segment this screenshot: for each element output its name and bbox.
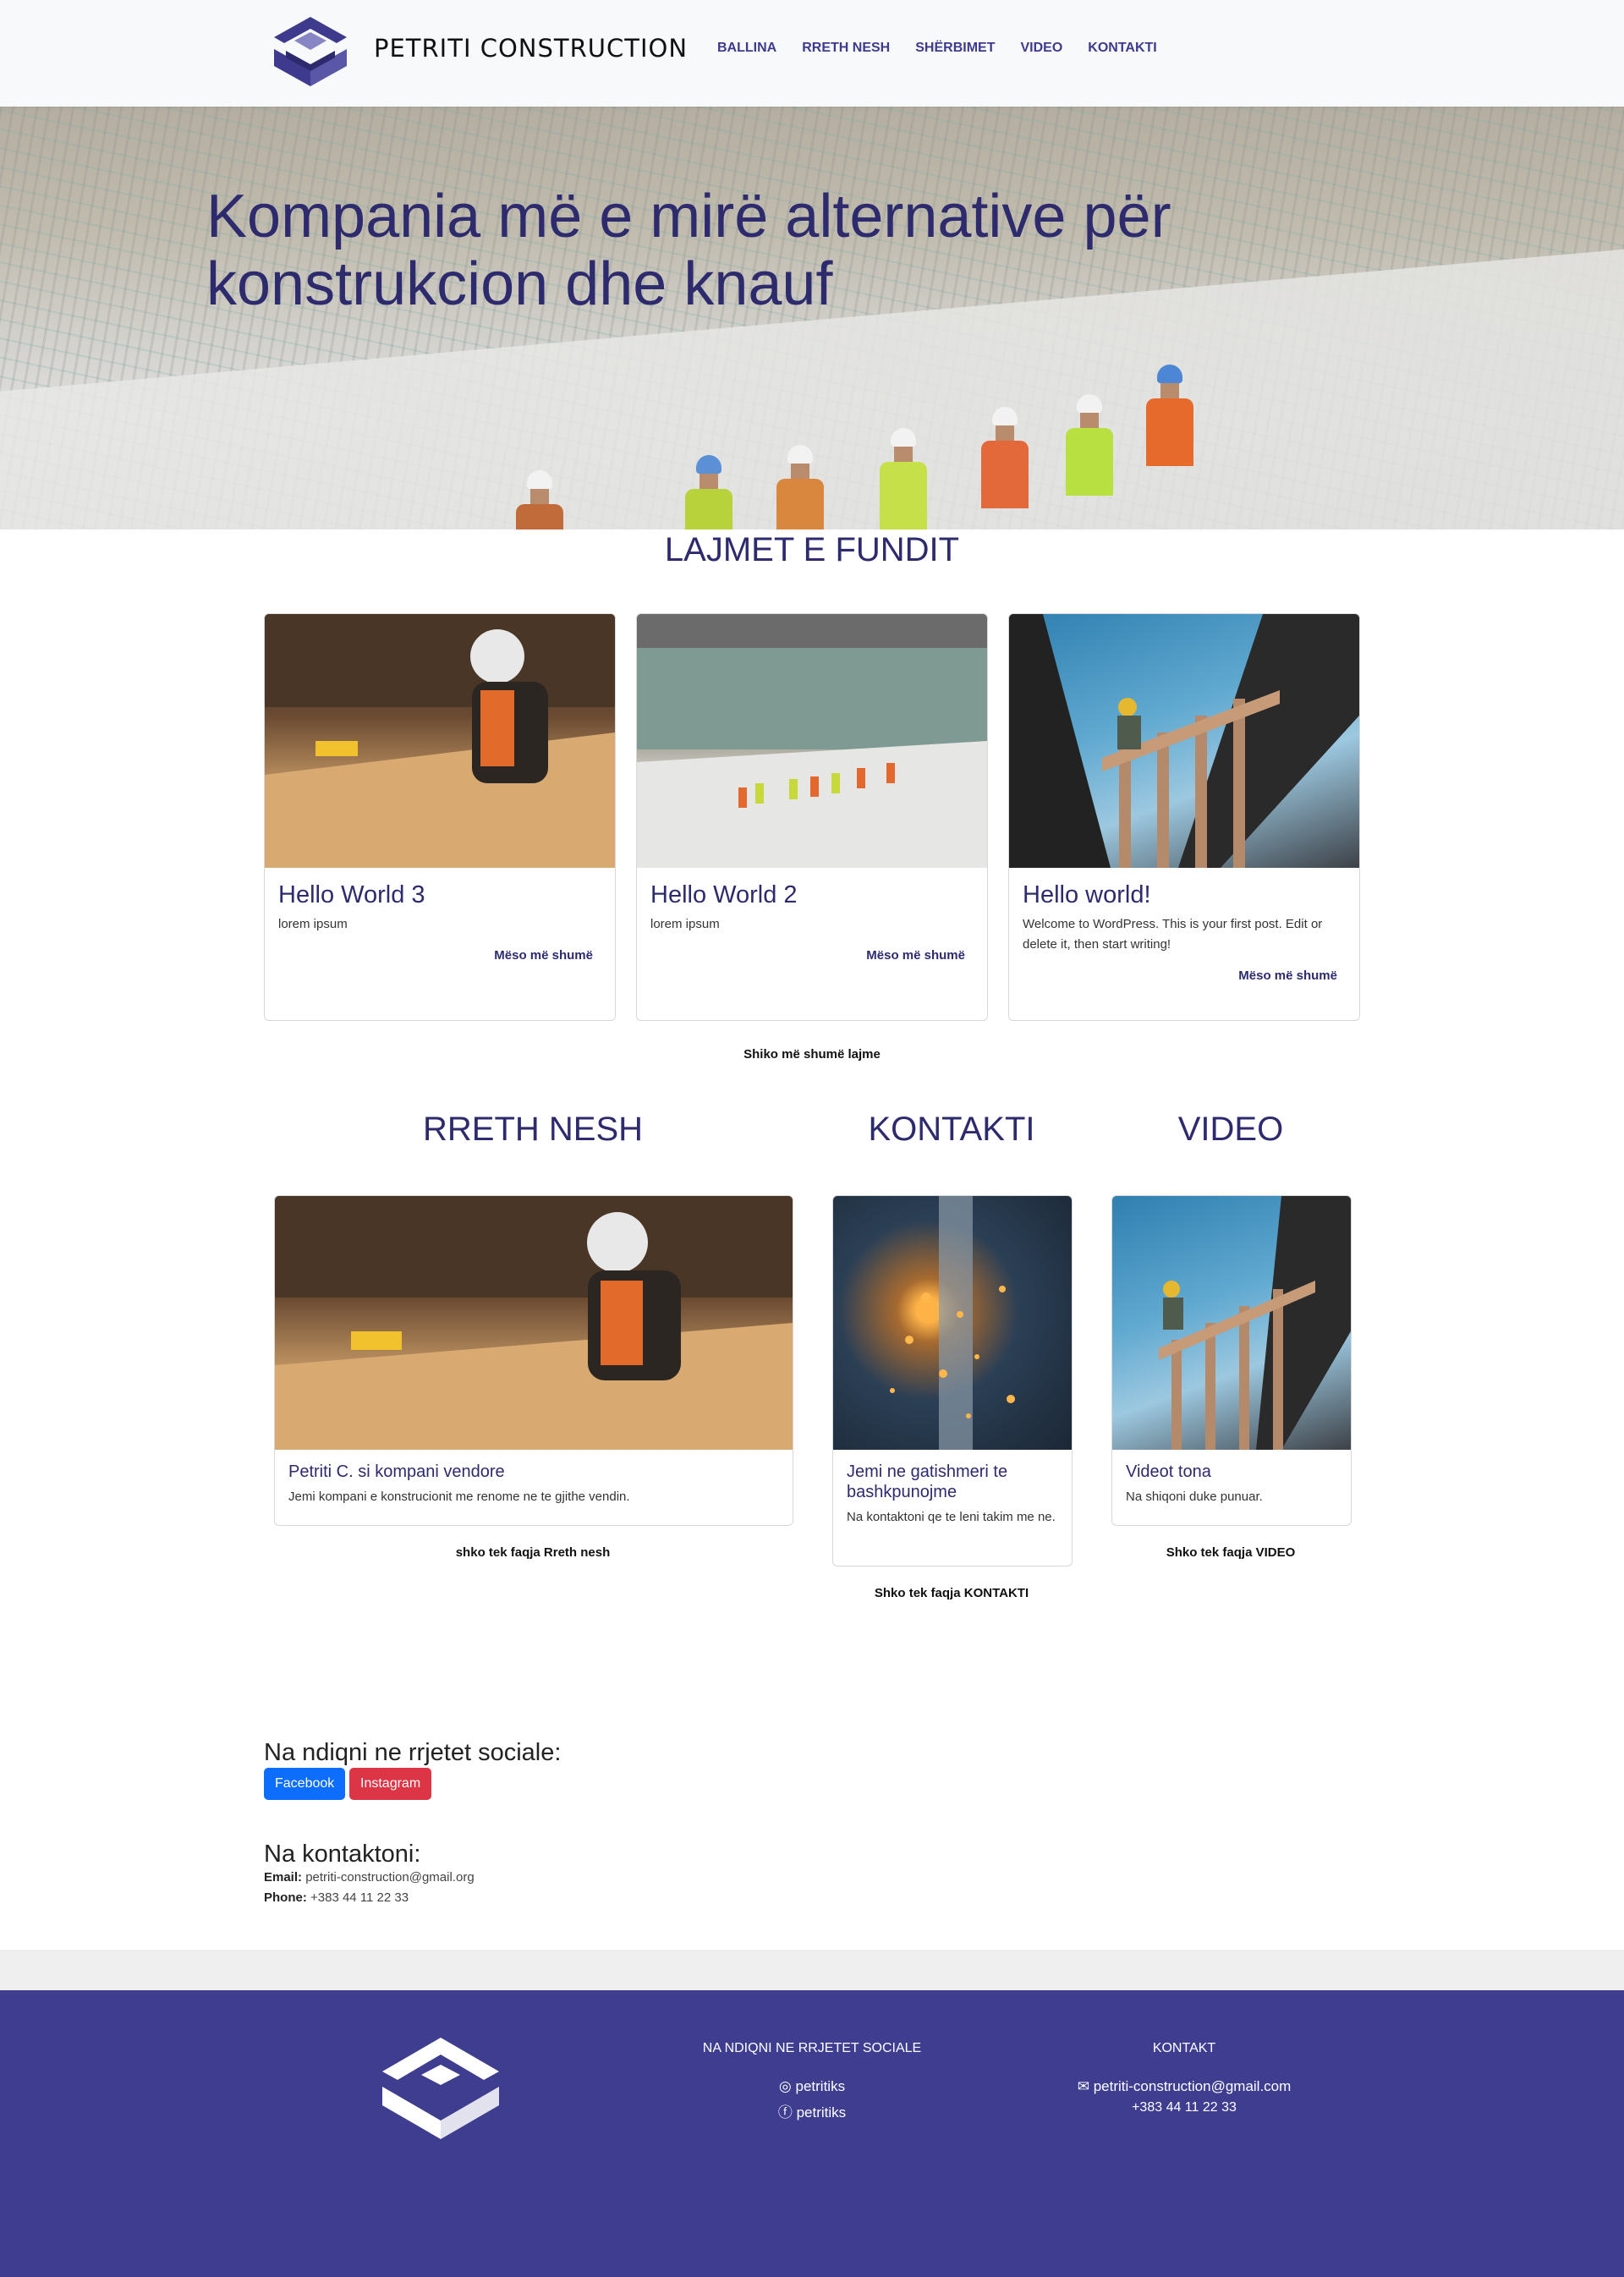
news-card: Hello World 3 lorem ipsum Mëso më shumë <box>264 613 616 1021</box>
nav-item-rreth-nesh[interactable]: RRETH NESH <box>802 41 890 56</box>
brand-logo-icon[interactable] <box>269 15 352 88</box>
instagram-button[interactable]: Instagram <box>349 1768 432 1800</box>
contact-card-title[interactable]: Jemi ne gatishmeri te bashkpunojme <box>847 1462 1058 1502</box>
instagram-icon: ◎ <box>778 2078 792 2094</box>
contact-email-line: Email: petriti-construction@gmail.org <box>264 1870 475 1885</box>
video-card-image[interactable] <box>1112 1196 1351 1450</box>
see-more-news-link[interactable]: Shiko më shumë lajme <box>643 1047 981 1062</box>
nav-item-ballina[interactable]: BALLINA <box>717 41 776 56</box>
welding-sparks-photo <box>890 1196 1015 1450</box>
contact-card: Jemi ne gatishmeri te bashkpunojme Na ko… <box>832 1195 1073 1566</box>
brand-name[interactable]: PETRITI CONSTRUCTION <box>374 34 688 63</box>
video-card-text: Na shiqoni duke punuar. <box>1126 1490 1263 1504</box>
contact-email[interactable]: petriti-construction@gmail.org <box>305 1870 474 1885</box>
about-card-image[interactable] <box>275 1196 793 1450</box>
hero-worker <box>981 407 1029 508</box>
nav-item-sherbimet[interactable]: SHËRBIMET <box>915 41 995 56</box>
news-card-title[interactable]: Hello World 2 <box>650 881 974 909</box>
news-card-image[interactable] <box>637 614 987 868</box>
about-card-text: Jemi kompani e konstrucionit me renome n… <box>288 1490 630 1504</box>
contact-card-text: Na kontaktoni qe te leni takim me ne. <box>847 1510 1056 1524</box>
hero-banner: Kompania më e mirë alternative për konst… <box>0 107 1624 529</box>
hero-worker <box>1146 365 1193 466</box>
news-card-title[interactable]: Hello World 3 <box>278 881 601 909</box>
video-page-link[interactable]: Shko tek faqja VIDEO <box>1111 1545 1350 1560</box>
footer-phone: +383 44 11 22 33 <box>1132 2100 1237 2115</box>
facebook-button[interactable]: Facebook <box>264 1768 346 1800</box>
news-section-title: LAJMET E FUNDIT <box>664 531 960 568</box>
read-more-link[interactable]: Mëso më shumë <box>1031 968 1337 983</box>
site-header: PETRITI CONSTRUCTION BALLINA RRETH NESH … <box>0 0 1624 107</box>
footer-email-line[interactable]: ✉ petriti-construction@gmail.com <box>1015 2078 1353 2095</box>
construction-site-photo <box>637 614 987 868</box>
facebook-icon: ⓕ <box>777 2104 793 2121</box>
news-card-title[interactable]: Hello world! <box>1023 881 1346 909</box>
carpenter-photo <box>265 614 615 868</box>
contact-phone[interactable]: +383 44 11 22 33 <box>310 1890 409 1905</box>
video-card: Videot tona Na shiqoni duke punuar. <box>1111 1195 1352 1526</box>
video-card-title[interactable]: Videot tona <box>1126 1462 1337 1482</box>
footer-facebook-handle[interactable]: petritiks <box>797 2104 847 2121</box>
carpenter-photo <box>275 1196 793 1450</box>
about-card-title[interactable]: Petriti C. si kompani vendore <box>288 1462 779 1482</box>
video-section-title: VIDEO <box>1177 1111 1284 1148</box>
contact-phone-line: Phone: +383 44 11 22 33 <box>264 1890 409 1905</box>
read-more-link[interactable]: Mëso më shumë <box>659 948 965 963</box>
about-card: Petriti C. si kompani vendore Jemi kompa… <box>274 1195 793 1526</box>
contact-heading: Na kontaktoni: <box>264 1841 421 1868</box>
envelope-icon: ✉ <box>1077 2078 1089 2094</box>
hero-worker <box>1066 394 1113 496</box>
news-card: Hello world! Welcome to WordPress. This … <box>1008 613 1360 1021</box>
social-heading: Na ndiqni ne rrjetet sociale: <box>264 1739 562 1766</box>
news-card-image[interactable] <box>265 614 615 868</box>
footer-social-title: NA NDIQNI NE RRJETET SOCIALE <box>702 2041 922 2055</box>
main-nav: BALLINA RRETH NESH SHËRBIMET VIDEO KONTA… <box>717 41 1157 56</box>
nav-item-kontakti[interactable]: KONTAKTI <box>1088 41 1156 56</box>
news-card-image[interactable] <box>1009 614 1359 868</box>
contact-card-image[interactable] <box>833 1196 1072 1450</box>
about-page-link[interactable]: shko tek faqja Rreth nesh <box>274 1545 792 1560</box>
footer-contact-title: KONTAKT <box>1152 2041 1216 2055</box>
news-card-text: Welcome to WordPress. This is your first… <box>1023 917 1323 952</box>
hero-title: Kompania më e mirë alternative për konst… <box>206 183 1171 318</box>
email-label: Email: <box>264 1870 303 1885</box>
timber-frame-photo <box>1159 1196 1351 1450</box>
hero-worker <box>685 455 732 529</box>
timber-frame-photo <box>1009 614 1359 868</box>
about-section-title: RRETH NESH <box>422 1111 644 1148</box>
nav-item-video[interactable]: VIDEO <box>1020 41 1062 56</box>
contact-section-title: KONTAKTI <box>868 1111 1035 1148</box>
news-card-text: lorem ipsum <box>278 917 348 931</box>
read-more-link[interactable]: Mëso më shumë <box>287 948 593 963</box>
hero-worker <box>880 428 927 529</box>
news-card-text: lorem ipsum <box>650 917 720 931</box>
hero-worker <box>516 470 563 529</box>
footer-instagram-link[interactable]: ◎ petritiks <box>643 2078 981 2095</box>
phone-label: Phone: <box>264 1890 307 1905</box>
hero-worker <box>776 445 824 529</box>
footer-logo-icon[interactable] <box>377 2034 504 2143</box>
site-footer: NA NDIQNI NE RRJETET SOCIALE ◎ petritiks… <box>0 1990 1624 2277</box>
footer-facebook-link[interactable]: ⓕ petritiks <box>643 2100 981 2121</box>
contact-page-link[interactable]: Shko tek faqja KONTAKTI <box>832 1586 1071 1600</box>
footer-instagram-handle[interactable]: petritiks <box>796 2078 846 2094</box>
footer-email[interactable]: petriti-construction@gmail.com <box>1094 2078 1292 2094</box>
news-card: Hello World 2 lorem ipsum Mëso më shumë <box>636 613 988 1021</box>
footer-separator <box>0 1950 1624 1990</box>
